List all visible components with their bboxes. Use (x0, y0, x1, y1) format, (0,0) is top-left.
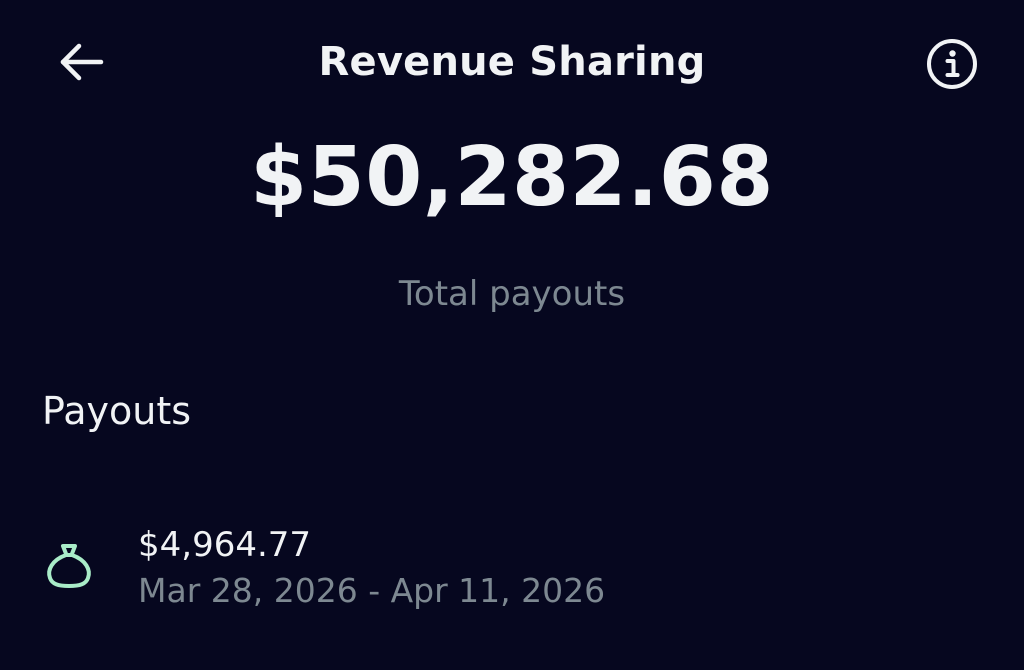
header: Revenue Sharing (0, 0, 1024, 124)
payout-amount: $4,964.77 (138, 525, 312, 565)
payout-date-range: Mar 28, 2026 - Apr 11, 2026 (138, 571, 606, 610)
total-payout-label: Total payouts (398, 274, 626, 314)
money-bag-icon (42, 538, 96, 592)
payout-list-item[interactable]: $4,964.77 Mar 28, 2026 - Apr 11, 2026 (0, 516, 1024, 626)
info-button[interactable] (924, 36, 980, 92)
info-icon (927, 39, 977, 89)
page-title: Revenue Sharing (318, 39, 706, 85)
payouts-heading: Payouts (42, 389, 192, 433)
total-payout-amount: $50,282.68 (250, 130, 774, 225)
